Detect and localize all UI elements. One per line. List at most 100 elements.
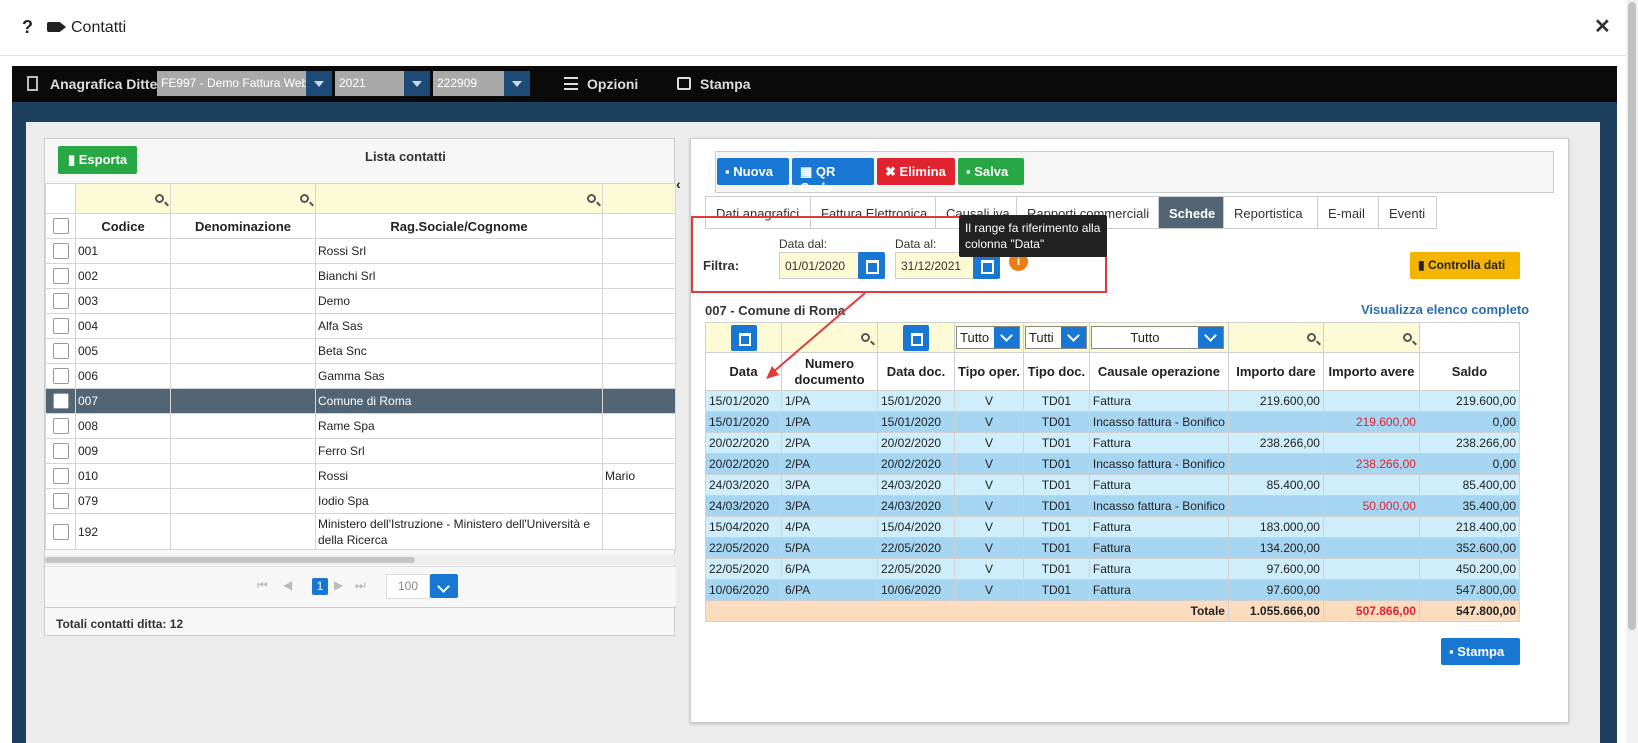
row-checkbox[interactable] — [52, 443, 69, 459]
table-row[interactable]: 003 Demo — [45, 288, 676, 314]
last-page-icon[interactable]: ⏭ — [355, 578, 366, 593]
company-select[interactable]: FE997 - Demo Fattura Web — [157, 71, 332, 96]
dare-filter[interactable] — [1227, 322, 1324, 353]
scrollbar-thumb[interactable] — [1628, 2, 1636, 630]
tipo-doc-select[interactable]: Tutti — [1024, 326, 1087, 349]
collapse-panel-icon[interactable]: ‹ — [676, 176, 681, 192]
table-row[interactable]: 20/02/2020 2/PA 20/02/2020 V TD01 Fattura 238.… — [705, 432, 1521, 454]
opzioni-button[interactable]: Opzioni — [587, 76, 638, 92]
table-row[interactable]: 15/01/2020 1/PA 15/01/2020 V TD01 Fattura 219.… — [705, 390, 1521, 412]
horizontal-scrollbar[interactable] — [45, 555, 676, 565]
data-dal-input[interactable]: 01/01/2020 — [779, 252, 859, 279]
salva-button[interactable]: ▪ Salva — [958, 158, 1024, 185]
tipo-doc-filter[interactable]: Tutti — [1022, 322, 1090, 353]
calendar-icon[interactable] — [858, 252, 885, 279]
close-icon[interactable]: ✕ — [1594, 14, 1611, 39]
tab-eventi[interactable]: Eventi — [1378, 196, 1437, 229]
denominazione-filter[interactable] — [170, 183, 316, 214]
year-select[interactable]: 2021 — [335, 71, 430, 96]
col-denominazione[interactable]: Denominazione — [170, 213, 316, 239]
row-checkbox[interactable] — [52, 368, 69, 384]
datadoc-filter[interactable] — [877, 322, 955, 353]
row-checkbox[interactable] — [52, 493, 69, 509]
current-page[interactable]: 1 — [312, 578, 328, 595]
avere-filter[interactable] — [1322, 322, 1420, 353]
col-data[interactable]: Data — [705, 352, 782, 391]
row-checkbox[interactable] — [52, 523, 69, 540]
controlla-dati-button[interactable]: ▮ Controlla dati — [1410, 252, 1520, 279]
row-checkbox[interactable] — [52, 418, 69, 434]
tab-schede[interactable]: Schede — [1158, 196, 1224, 229]
nuova-button[interactable]: ▪ Nuova — [717, 158, 789, 185]
table-row[interactable]: 24/03/2020 3/PA 24/03/2020 V TD01 Fattura 85.4… — [705, 474, 1521, 496]
col-extra[interactable] — [602, 213, 676, 239]
codice-filter[interactable] — [75, 183, 171, 214]
next-page-icon[interactable]: ▶ — [334, 578, 343, 592]
table-row[interactable]: 009 Ferro Srl — [45, 438, 676, 464]
tab-email[interactable]: E-mail — [1317, 196, 1379, 229]
help-icon[interactable]: ? — [22, 17, 33, 38]
col-causale[interactable]: Causale operazione — [1088, 352, 1229, 391]
data-filter[interactable] — [705, 322, 782, 353]
row-checkbox[interactable] — [52, 343, 69, 359]
chevron-down-icon[interactable] — [994, 327, 1019, 348]
tipo-oper-select[interactable]: Tutto — [956, 326, 1020, 349]
col-avere[interactable]: Importo avere — [1322, 352, 1420, 391]
page-scrollbar[interactable] — [1626, 0, 1638, 743]
table-row[interactable]: 10/06/2020 6/PA 10/06/2020 V TD01 Fattura 97.6… — [705, 579, 1521, 601]
tab-reportistica[interactable]: Reportistica — [1223, 196, 1318, 229]
col-tipo-oper[interactable]: Tipo oper. — [954, 352, 1024, 391]
chevron-down-icon[interactable] — [1060, 327, 1086, 348]
extra-filter[interactable] — [602, 183, 676, 214]
stampa-button[interactable]: ▪ Stampa — [1441, 638, 1520, 665]
table-row[interactable]: 007 Comune di Roma — [45, 388, 676, 414]
stampa-toolbar-button[interactable]: Stampa — [700, 76, 751, 92]
numero-filter[interactable] — [781, 322, 878, 353]
first-page-icon[interactable]: ⏮ — [257, 578, 268, 593]
table-row[interactable]: 22/05/2020 5/PA 22/05/2020 V TD01 Fattura 134.… — [705, 537, 1521, 559]
table-row[interactable]: 15/01/2020 1/PA 15/01/2020 V TD01 Incasso fat… — [705, 411, 1521, 433]
row-checkbox[interactable] — [52, 293, 69, 309]
row-checkbox[interactable] — [52, 468, 69, 484]
calendar-icon[interactable] — [730, 324, 757, 351]
table-row[interactable]: 002 Bianchi Srl — [45, 263, 676, 289]
row-checkbox[interactable] — [52, 243, 69, 259]
scrollbar-thumb[interactable] — [45, 557, 415, 563]
select-all-checkbox[interactable] — [52, 218, 69, 235]
page-size-value[interactable]: 100 — [386, 574, 430, 599]
tipo-oper-filter[interactable]: Tutto — [954, 322, 1024, 353]
chevron-down-icon[interactable] — [1197, 327, 1223, 348]
row-checkbox[interactable] — [52, 318, 69, 334]
print-icon[interactable] — [677, 77, 691, 90]
table-row[interactable]: 001 Rossi Srl — [45, 238, 676, 264]
code-select[interactable]: 222909 — [433, 71, 530, 96]
chevron-down-icon[interactable] — [404, 71, 430, 96]
sliders-icon[interactable] — [564, 77, 578, 90]
calendar-icon[interactable] — [903, 324, 929, 351]
ragione-filter[interactable] — [315, 183, 603, 214]
row-checkbox[interactable] — [52, 393, 69, 409]
table-row[interactable]: 192 Ministero dell'Istruzione - Ministero… — [45, 513, 676, 550]
table-row[interactable]: 005 Beta Snc — [45, 338, 676, 364]
table-row[interactable]: 006 Gamma Sas — [45, 363, 676, 389]
table-row[interactable]: 004 Alfa Sas — [45, 313, 676, 339]
chevron-down-icon[interactable] — [306, 71, 332, 96]
table-row[interactable]: 079 Iodio Spa — [45, 488, 676, 514]
col-tipo-doc[interactable]: Tipo doc. — [1022, 352, 1090, 391]
page-size-dropdown[interactable] — [430, 574, 458, 598]
table-row[interactable]: 008 Rame Spa — [45, 413, 676, 439]
chevron-down-icon[interactable] — [504, 71, 530, 96]
col-datadoc[interactable]: Data doc. — [877, 352, 955, 391]
causale-filter[interactable]: Tutto — [1088, 322, 1229, 353]
col-dare[interactable]: Importo dare — [1227, 352, 1324, 391]
row-checkbox[interactable] — [52, 268, 69, 284]
prev-page-icon[interactable]: ◀ — [283, 578, 292, 592]
visualizza-elenco-link[interactable]: Visualizza elenco completo — [1361, 302, 1529, 317]
table-row[interactable]: 010 Rossi Mario — [45, 463, 676, 489]
elimina-button[interactable]: ✖ Elimina — [877, 158, 955, 185]
table-row[interactable]: 15/04/2020 4/PA 15/04/2020 V TD01 Fattura 183.… — [705, 516, 1521, 538]
col-codice[interactable]: Codice — [75, 213, 171, 239]
col-ragione[interactable]: Rag.Sociale/Cognome — [315, 213, 603, 239]
esporta-button[interactable]: ▮ Esporta — [58, 146, 138, 174]
table-row[interactable]: 20/02/2020 2/PA 20/02/2020 V TD01 Incasso fat… — [705, 453, 1521, 475]
